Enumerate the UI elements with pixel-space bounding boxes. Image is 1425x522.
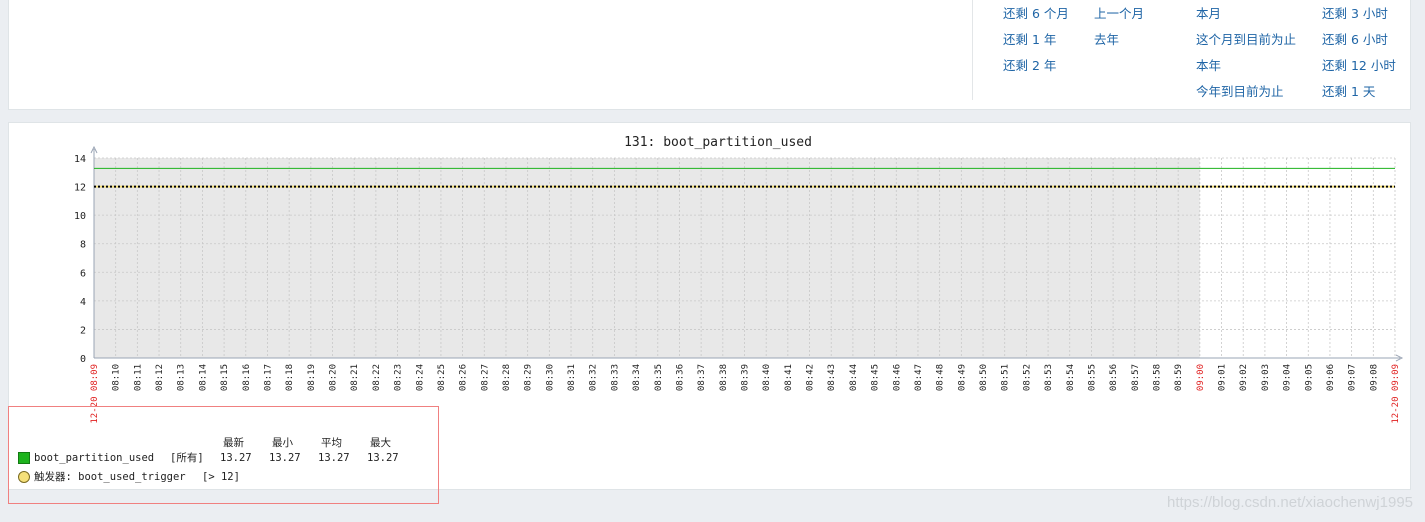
- x-tick-label: 08:30: [545, 364, 555, 391]
- legend-trigger-label: 触发器: boot_used_trigger: [34, 471, 186, 483]
- x-tick-label: 08:42: [806, 364, 816, 391]
- x-tick-label: 08:58: [1152, 364, 1162, 391]
- x-tick-label: 08:37: [697, 364, 707, 391]
- x-tick-label: 08:41: [784, 364, 794, 391]
- x-tick-label: 08:23: [394, 364, 404, 391]
- x-tick-label: 08:27: [480, 364, 490, 391]
- x-tick-label: 09:02: [1239, 364, 1249, 391]
- x-tick-label: 08:53: [1044, 364, 1054, 391]
- y-tick-label: 8: [80, 240, 86, 251]
- x-tick-label: 08:44: [849, 364, 859, 391]
- x-tick-label: 08:10: [112, 364, 122, 391]
- x-tick-label: 09:07: [1348, 364, 1358, 391]
- x-tick-label: 08:34: [632, 364, 642, 391]
- x-tick-label: 08:46: [892, 364, 902, 391]
- x-tick-label: 08:49: [957, 364, 967, 391]
- x-tick-label: 08:18: [285, 364, 295, 391]
- legend-series-name: boot_partition_used: [34, 452, 155, 464]
- x-tick-label: 08:51: [1001, 364, 1011, 391]
- x-tick-label: 08:22: [372, 364, 382, 391]
- x-tick-label: 08:11: [133, 364, 143, 391]
- x-tick-label: 08:45: [871, 364, 881, 391]
- legend-header-max: 最大: [370, 437, 391, 449]
- x-tick-label: 08:54: [1066, 364, 1076, 391]
- legend-header-latest: 最新: [223, 437, 244, 449]
- x-tick-label: 08:19: [307, 364, 317, 391]
- x-hour-label: 09:00: [1196, 364, 1206, 391]
- legend-header-min: 最小: [272, 437, 293, 449]
- watermark: https://blog.csdn.net/xiaochenwj1995: [1167, 494, 1413, 511]
- x-tick-label: 09:04: [1283, 364, 1293, 391]
- x-end-label: 12-20 09:09: [1391, 364, 1401, 424]
- trigger-icon: [18, 471, 30, 483]
- x-tick-label: 08:26: [459, 364, 469, 391]
- x-tick-label: 08:43: [827, 364, 837, 391]
- x-tick-label: 08:48: [936, 364, 946, 391]
- y-tick-label: 4: [80, 297, 86, 308]
- legend-trigger-condition: [> 12]: [202, 471, 240, 483]
- legend-value-avg: 13.27: [318, 452, 350, 464]
- x-tick-label: 08:21: [350, 364, 360, 391]
- plot-area-future: [1199, 158, 1395, 358]
- x-tick-label: 08:55: [1087, 364, 1097, 391]
- x-tick-label: 09:03: [1261, 364, 1271, 391]
- series-color-swatch: [18, 452, 30, 464]
- x-tick-label: 08:59: [1174, 364, 1184, 391]
- chart-title: 131: boot_partition_used: [624, 135, 812, 150]
- legend-value-min: 13.27: [269, 452, 301, 464]
- legend-header-avg: 平均: [321, 437, 342, 449]
- x-tick-label: 08:52: [1022, 364, 1032, 391]
- x-tick-label: 08:57: [1131, 364, 1141, 391]
- x-tick-label: 09:01: [1218, 364, 1228, 391]
- y-tick-label: 10: [74, 211, 86, 222]
- x-tick-label: 08:35: [654, 364, 664, 391]
- y-tick-label: 0: [80, 354, 86, 365]
- x-tick-label: 08:33: [610, 364, 620, 391]
- x-tick-label: 09:05: [1304, 364, 1314, 391]
- x-tick-label: 08:24: [415, 364, 425, 391]
- x-tick-label: 08:15: [220, 364, 230, 391]
- x-tick-label: 08:32: [589, 364, 599, 391]
- x-tick-label: 08:47: [914, 364, 924, 391]
- x-tick-label: 08:38: [719, 364, 729, 391]
- x-tick-label: 09:06: [1326, 364, 1336, 391]
- y-tick-label: 6: [80, 268, 86, 279]
- y-tick-label: 2: [80, 325, 86, 336]
- x-tick-label: 08:36: [675, 364, 685, 391]
- x-tick-label: 08:12: [155, 364, 165, 391]
- legend-value-latest: 13.27: [220, 452, 252, 464]
- x-tick-label: 09:08: [1369, 364, 1379, 391]
- legend-series-scope: [所有]: [170, 452, 204, 464]
- x-tick-label: 08:56: [1109, 364, 1119, 391]
- y-tick-label: 12: [74, 183, 86, 194]
- y-tick-label: 14: [74, 154, 86, 165]
- x-tick-label: 08:31: [567, 364, 577, 391]
- x-tick-label: 08:39: [741, 364, 751, 391]
- x-tick-label: 08:20: [329, 364, 339, 391]
- x-tick-label: 08:13: [177, 364, 187, 391]
- x-tick-label: 08:40: [762, 364, 772, 391]
- x-tick-label: 08:28: [502, 364, 512, 391]
- legend-value-max: 13.27: [367, 452, 399, 464]
- x-tick-label: 08:50: [979, 364, 989, 391]
- x-tick-label: 08:17: [263, 364, 273, 391]
- plot-area-data: [94, 158, 1200, 358]
- x-tick-label: 08:14: [198, 364, 208, 391]
- x-tick-label: 08:16: [242, 364, 252, 391]
- x-tick-label: 08:25: [437, 364, 447, 391]
- x-tick-label: 08:29: [524, 364, 534, 391]
